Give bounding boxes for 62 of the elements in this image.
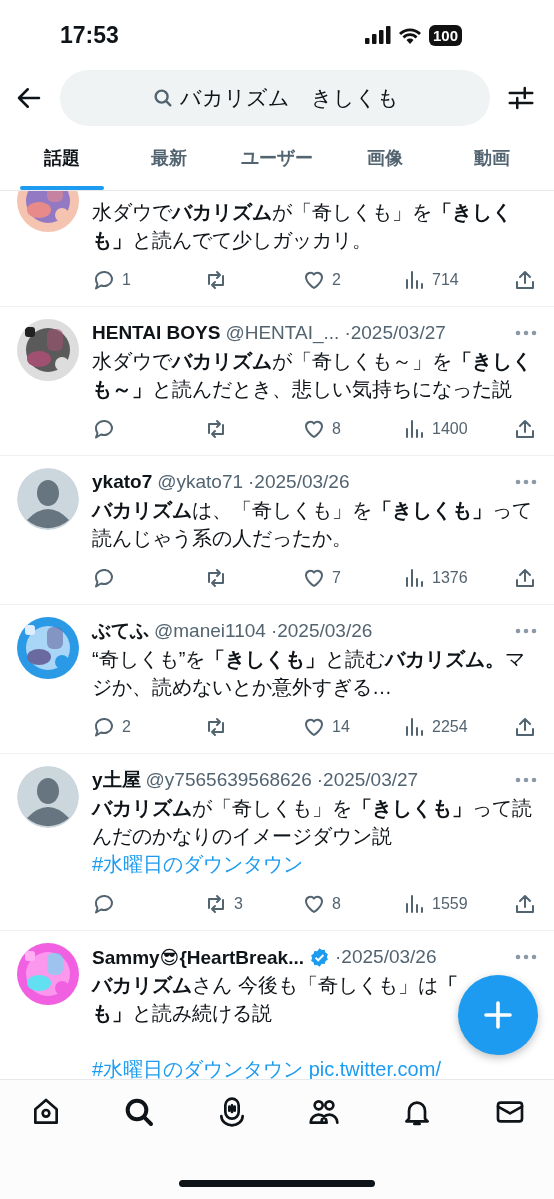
post-date: ·2025/03/27 <box>344 322 446 344</box>
user-handle[interactable]: @manei1104 <box>154 620 266 642</box>
post-text: “奇しくも”を「きしくも」と読むバカリズム。マジか、読めないとか意外すぎる… <box>92 647 527 700</box>
post-text: バカリズムさん 今後も「奇しくも」は「 も」と読み続ける説 <box>92 973 458 1026</box>
user-name[interactable]: y土屋 <box>92 767 141 793</box>
compose-button[interactable] <box>458 975 538 1055</box>
share-icon[interactable] <box>513 715 537 739</box>
post-date: ·2025/03/26 <box>248 471 350 493</box>
signal-icon <box>364 26 391 44</box>
search-field[interactable]: バカリズム きしくも <box>60 70 490 126</box>
clock-time: 17:53 <box>60 21 119 49</box>
more-icon[interactable] <box>515 479 537 485</box>
search-icon <box>151 87 174 109</box>
post-text: 水ダウでバカリズムが「奇しくも」を「きしくも」と読んでて少しガッカリ。 <box>92 200 513 253</box>
reply-count: 1 <box>122 271 131 289</box>
user-name[interactable]: HENTAI BOYS <box>92 322 221 344</box>
post-text: バカリズムが「奇しくも」を「きしくも」って読んだのかなりのイメージダウン説 #水曜日のダウンタウン <box>92 796 533 877</box>
view-count: 2254 <box>432 718 468 736</box>
user-name[interactable]: ykato7 <box>92 471 153 493</box>
user-name[interactable]: Sammy😎{HeartBreak... <box>92 945 305 969</box>
tab[interactable]: 最新 <box>115 126 224 190</box>
battery-level: 100 <box>428 24 462 46</box>
reply-icon[interactable] <box>92 892 116 916</box>
view-count: 1559 <box>432 895 468 913</box>
more-icon[interactable] <box>515 628 537 634</box>
wifi-icon <box>397 26 422 44</box>
user-handle[interactable]: @ykato71 <box>157 471 244 493</box>
user-handle[interactable]: @y7565639568626 <box>145 769 312 791</box>
like-count: 8 <box>332 420 341 438</box>
share-icon[interactable] <box>513 892 537 916</box>
like-count: 2 <box>332 271 341 289</box>
share-icon[interactable] <box>513 566 537 590</box>
tab[interactable]: 動画 <box>438 126 546 190</box>
view-count: 714 <box>432 271 459 289</box>
more-icon[interactable] <box>515 954 537 960</box>
like-count: 14 <box>332 718 350 736</box>
reply-icon[interactable] <box>92 566 116 590</box>
default-avatar[interactable] <box>17 468 79 530</box>
reply-icon[interactable] <box>92 417 116 441</box>
more-icon[interactable] <box>515 330 537 336</box>
post-date: ·2025/03/26 <box>270 620 373 642</box>
post-text: バカリズムは、「奇しくも」を「きしくも」って読んじゃう系の人だったか。 <box>92 498 533 551</box>
reply-icon[interactable] <box>92 715 116 739</box>
like-count: 7 <box>332 569 341 587</box>
post-date: ·2025/03/27 <box>316 769 419 791</box>
repost-count: 3 <box>234 895 243 913</box>
reply-icon[interactable] <box>92 268 116 292</box>
more-icon[interactable] <box>515 777 537 783</box>
tab[interactable]: ユーザー <box>223 126 331 190</box>
tab[interactable]: 画像 <box>330 126 439 190</box>
view-count: 1400 <box>432 420 468 438</box>
default-avatar[interactable] <box>17 766 79 828</box>
like-count: 8 <box>332 895 341 913</box>
reply-count: 2 <box>122 718 131 736</box>
user-handle[interactable]: @HENTAI_... <box>225 322 340 344</box>
view-count: 1376 <box>432 569 468 587</box>
post-text: 水ダウでバカリズムが「奇しくも～」を「きしくも～」と読んだとき、悲しい気持ちになった説 <box>92 349 533 402</box>
share-icon[interactable] <box>513 417 537 441</box>
post-date: ·2025/03/26 <box>335 946 437 968</box>
share-icon[interactable] <box>513 268 537 292</box>
tab[interactable]: 話題 <box>8 126 116 190</box>
user-name[interactable]: ぶてふ <box>92 618 149 644</box>
